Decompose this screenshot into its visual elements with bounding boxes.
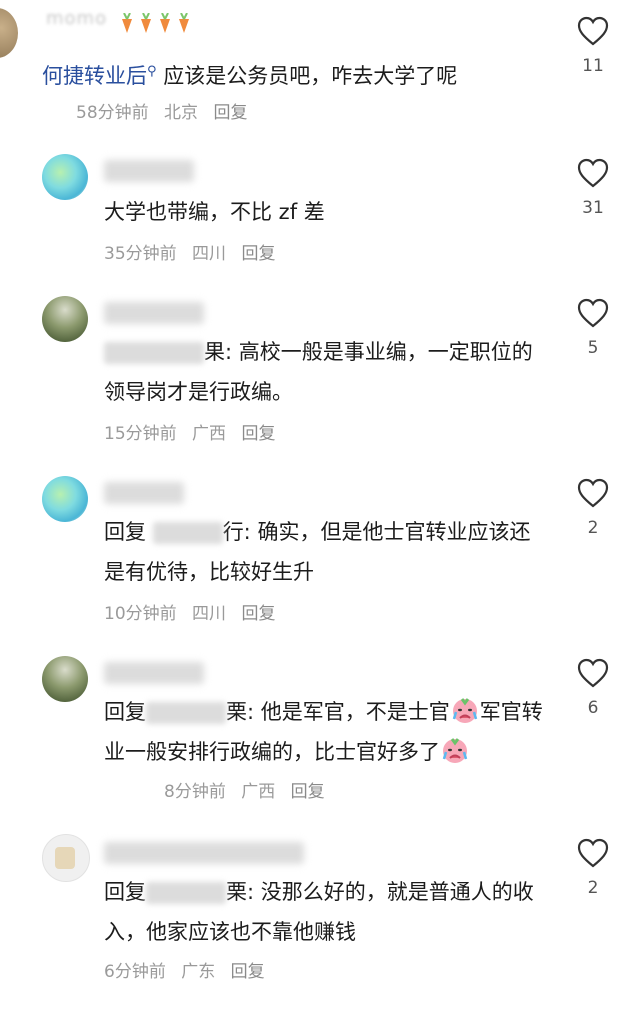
- reply-target-blur: [146, 702, 226, 724]
- reply-button[interactable]: 回复: [291, 782, 325, 802]
- heart-icon[interactable]: [577, 658, 609, 688]
- comment-location: 北京: [164, 103, 199, 123]
- comment-location: 广东: [181, 962, 216, 982]
- reply-target[interactable]: 栗:: [226, 700, 254, 724]
- heart-icon[interactable]: [577, 838, 609, 868]
- comment-meta: 58分钟前 北京 回复: [76, 101, 257, 125]
- reply-target-blur: [146, 882, 226, 904]
- username-blur: [104, 160, 194, 182]
- like-count: 2: [587, 878, 599, 898]
- reply-button[interactable]: 回复: [241, 244, 275, 264]
- avatar[interactable]: [42, 834, 90, 882]
- reply-button[interactable]: 回复: [231, 962, 265, 982]
- comment-location: 广西: [192, 424, 227, 444]
- like-area[interactable]: 2: [572, 838, 614, 898]
- comment-time: 8分钟前: [164, 782, 226, 802]
- like-count: 6: [587, 698, 599, 718]
- comment-meta: 6分钟前 广东 回复: [104, 960, 275, 984]
- username[interactable]: [104, 160, 214, 182]
- like-area[interactable]: 5: [572, 298, 614, 358]
- reply-button[interactable]: 回复: [241, 604, 275, 624]
- reply-target[interactable]: 行:: [223, 520, 251, 544]
- comment-time: 10分钟前: [104, 604, 177, 624]
- comment-meta: 35分钟前 四川 回复: [104, 242, 285, 266]
- like-area[interactable]: 6: [572, 658, 614, 718]
- username-blur: [104, 302, 204, 324]
- comment-meta: 8分钟前 广西 回复: [164, 780, 335, 804]
- mention-link[interactable]: 何捷转业后: [42, 64, 147, 88]
- comment-time: 35分钟前: [104, 244, 177, 264]
- comment-time: 6分钟前: [104, 962, 166, 982]
- comment-meta: 10分钟前 四川 回复: [104, 602, 285, 626]
- username-blur: [104, 482, 184, 504]
- like-count: 2: [587, 518, 599, 538]
- username[interactable]: [104, 842, 304, 864]
- search-icon: ⚲: [147, 64, 157, 79]
- reply-target[interactable]: 果:: [204, 340, 232, 364]
- carrot-badges: [120, 12, 191, 33]
- comment-text: 回复 栗: 没那么好的，就是普通人的收入，他家应该也不靠他赚钱: [104, 880, 534, 944]
- reply-target[interactable]: 栗:: [226, 880, 254, 904]
- username[interactable]: [104, 662, 214, 684]
- comment-text: 回复 栗: 他是军官，不是士官 军官转业一般安排行政编的，比士官好多了: [104, 692, 544, 772]
- like-count: 5: [587, 338, 599, 358]
- heart-icon[interactable]: [577, 478, 609, 508]
- like-count: 31: [582, 198, 604, 218]
- reply-button[interactable]: 回复: [241, 424, 275, 444]
- avatar[interactable]: [42, 476, 88, 522]
- heart-icon[interactable]: [577, 158, 609, 188]
- heart-icon[interactable]: [577, 16, 609, 46]
- crying-emoji-icon: [442, 738, 468, 763]
- reply-target-blur: [152, 522, 223, 544]
- comment-meta: 15分钟前 广西 回复: [104, 422, 285, 446]
- like-count: 11: [582, 56, 604, 76]
- comment-location: 四川: [192, 604, 227, 624]
- comment-text: 何捷转业后⚲ 应该是公务员吧，咋去大学了呢: [42, 64, 458, 88]
- avatar[interactable]: [0, 8, 18, 58]
- comment-time: 15分钟前: [104, 424, 177, 444]
- username-blur: [104, 842, 304, 864]
- avatar[interactable]: [42, 656, 88, 702]
- comment-text: 大学也带编，不比 zf 差: [104, 200, 325, 224]
- username-blur: [104, 662, 204, 684]
- like-area[interactable]: 11: [572, 16, 614, 76]
- reply-button[interactable]: 回复: [213, 103, 247, 123]
- like-area[interactable]: 2: [572, 478, 614, 538]
- avatar[interactable]: [42, 296, 88, 342]
- comment-location: 广西: [241, 782, 276, 802]
- avatar[interactable]: [42, 154, 88, 200]
- crying-emoji-icon: [452, 698, 477, 723]
- like-area[interactable]: 31: [572, 158, 614, 218]
- heart-icon[interactable]: [577, 298, 609, 328]
- comment-text: 果: 高校一般是事业编，一定职位的领导岗才是行政编。: [104, 340, 533, 404]
- reply-target-blur: [104, 342, 204, 364]
- comment-time: 58分钟前: [76, 103, 149, 123]
- comment-text: 回复 行: 确实，但是他士官转业应该还是有优待，比较好生升: [104, 520, 531, 584]
- username[interactable]: [104, 302, 214, 324]
- username[interactable]: [104, 482, 214, 504]
- comment-location: 四川: [192, 244, 227, 264]
